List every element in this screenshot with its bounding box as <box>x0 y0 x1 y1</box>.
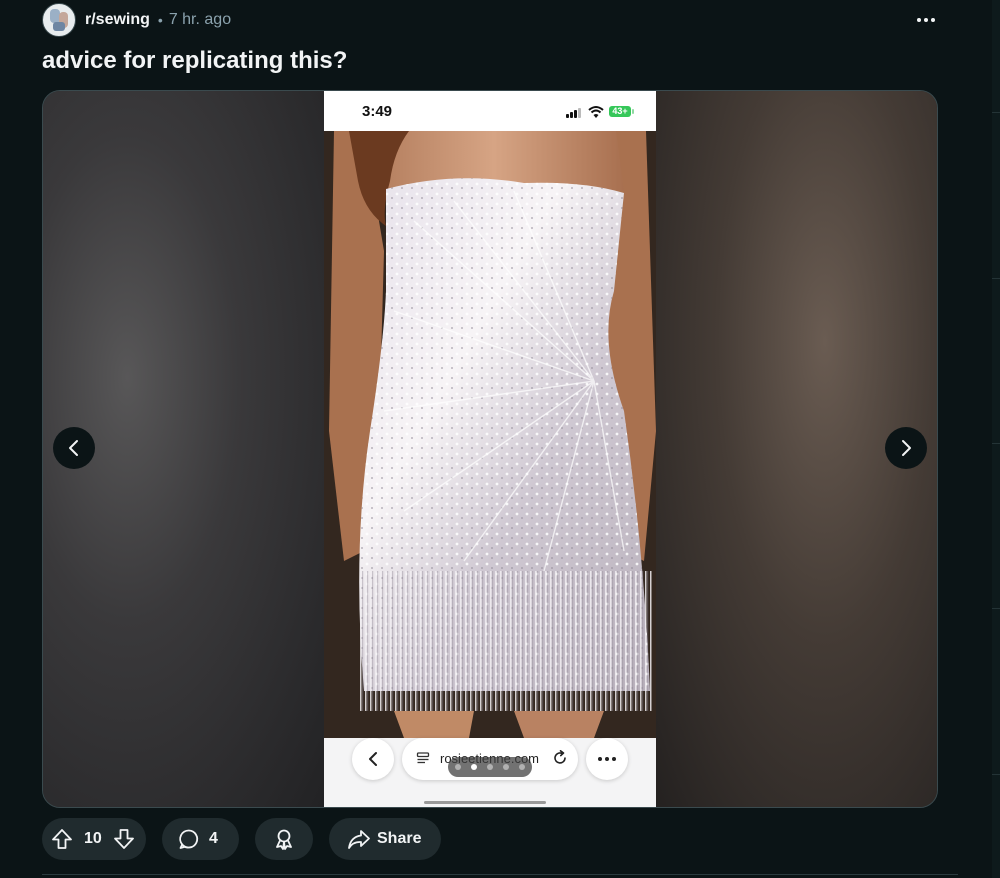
comment-count: 4 <box>209 830 218 847</box>
meta-separator: • <box>157 12 163 28</box>
post-age: 7 hr. ago <box>168 11 232 28</box>
carousel-dot <box>455 764 461 770</box>
carousel-dot <box>503 764 509 770</box>
downvote-icon[interactable] <box>112 827 136 851</box>
phone-screenshot-image: 3:49 43+ <box>324 91 656 807</box>
award-button[interactable] <box>255 818 313 860</box>
subreddit-name[interactable]: r/sewing <box>85 11 150 29</box>
comment-icon <box>179 829 199 849</box>
page-settings-icon <box>416 752 430 764</box>
carousel-dot <box>471 764 477 770</box>
post-title[interactable]: advice for replicating this? <box>42 47 347 75</box>
carousel-dot <box>519 764 525 770</box>
more-options-button[interactable] <box>910 8 942 32</box>
chevron-left-icon <box>369 752 377 766</box>
post-header: r/sewing • 7 hr. ago <box>42 3 232 37</box>
chevron-right-icon <box>902 440 911 456</box>
share-icon <box>348 830 370 849</box>
share-button[interactable]: Share <box>329 818 441 860</box>
home-indicator <box>424 801 546 804</box>
phone-status-bar: 3:49 43+ <box>324 91 656 131</box>
reload-icon[interactable] <box>552 750 568 766</box>
wifi-icon <box>588 106 604 118</box>
dress-photo <box>324 131 656 738</box>
share-label: Share <box>377 830 422 847</box>
carousel-page-dots <box>448 757 532 777</box>
battery-icon: 43+ <box>609 106 634 117</box>
more-horizontal-icon <box>917 18 921 22</box>
vote-control: 10 <box>42 818 146 860</box>
signal-icon <box>566 107 584 118</box>
subreddit-avatar[interactable] <box>42 3 76 37</box>
carousel-prev-button[interactable] <box>53 427 95 469</box>
carousel-dot <box>487 764 493 770</box>
more-horizontal-icon <box>598 757 602 761</box>
post-media-carousel[interactable]: 3:49 43+ <box>42 90 938 808</box>
browser-back-button[interactable] <box>352 738 394 780</box>
award-icon <box>276 829 292 850</box>
browser-menu-button[interactable] <box>586 738 628 780</box>
vote-score: 10 <box>84 830 102 847</box>
mobile-browser-toolbar: rosieetienne.com <box>324 738 656 807</box>
phone-clock: 3:49 <box>362 103 393 120</box>
upvote-icon[interactable] <box>50 827 74 851</box>
carousel-next-button[interactable] <box>885 427 927 469</box>
page-right-edge <box>992 0 1000 878</box>
comments-button[interactable]: 4 <box>162 818 239 860</box>
post-divider <box>42 874 958 875</box>
chevron-left-icon <box>69 440 78 456</box>
